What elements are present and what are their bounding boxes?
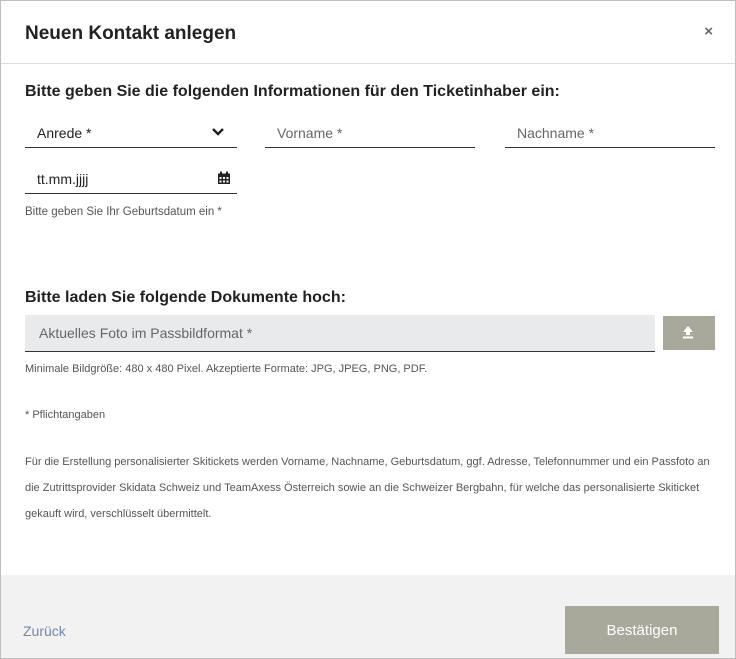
- dialog-header: Neuen Kontakt anlegen ×: [1, 1, 735, 64]
- first-name-placeholder: Vorname *: [277, 125, 343, 141]
- back-link[interactable]: Zurück: [23, 623, 66, 639]
- birthdate-help: Bitte geben Sie Ihr Geburtsdatum ein *: [25, 206, 222, 218]
- photo-upload-placeholder: Aktuelles Foto im Passbildformat *: [39, 325, 253, 341]
- salutation-select[interactable]: Anrede *: [25, 117, 237, 148]
- documents-heading: Bitte laden Sie folgende Dokumente hoch:: [25, 289, 346, 306]
- ticket-holder-heading: Bitte geben Sie die folgenden Informatio…: [25, 83, 560, 100]
- last-name-placeholder: Nachname *: [517, 125, 595, 141]
- calendar-icon[interactable]: [217, 171, 231, 185]
- birthdate-placeholder: tt.mm.jjjj: [37, 171, 89, 187]
- upload-button[interactable]: [663, 316, 715, 350]
- dialog-title: Neuen Kontakt anlegen: [25, 23, 237, 44]
- photo-upload-field[interactable]: Aktuelles Foto im Passbildformat *: [25, 315, 655, 352]
- new-contact-dialog: Neuen Kontakt anlegen × Bitte geben Sie …: [0, 0, 736, 659]
- first-name-field[interactable]: Vorname *: [265, 117, 475, 148]
- close-icon[interactable]: ×: [704, 23, 713, 40]
- salutation-label: Anrede *: [37, 125, 92, 141]
- required-note: * Pflichtangaben: [25, 409, 106, 421]
- privacy-info: Für die Erstellung personalisierter Skit…: [25, 456, 710, 520]
- confirm-button[interactable]: Bestätigen: [565, 606, 719, 654]
- upload-icon: [683, 326, 693, 339]
- dialog-footer: Zurück Bestätigen: [1, 575, 735, 658]
- chevron-down-icon: [212, 128, 224, 136]
- last-name-field[interactable]: Nachname *: [505, 117, 715, 148]
- upload-requirements: Minimale Bildgröße: 480 x 480 Pixel. Akz…: [25, 363, 428, 375]
- birthdate-field[interactable]: tt.mm.jjjj: [25, 163, 237, 194]
